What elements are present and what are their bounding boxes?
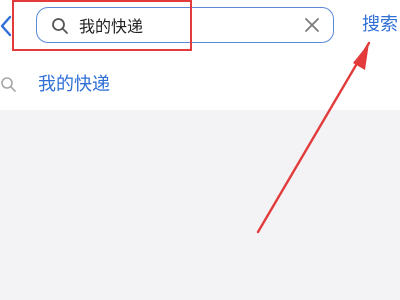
search-button[interactable]: 搜索 bbox=[352, 10, 398, 40]
search-input[interactable] bbox=[79, 12, 289, 38]
search-field[interactable] bbox=[36, 7, 334, 43]
search-screen: 搜索 我的快递 bbox=[0, 0, 400, 300]
clear-icon[interactable] bbox=[303, 16, 321, 34]
suggestion-label: 我的快递 bbox=[38, 74, 110, 95]
suggestion-item[interactable]: 我的快递 bbox=[0, 68, 400, 102]
back-icon[interactable] bbox=[0, 12, 14, 40]
search-icon bbox=[52, 18, 68, 34]
search-header-area: 搜索 我的快递 bbox=[0, 0, 400, 110]
search-icon bbox=[1, 77, 16, 92]
